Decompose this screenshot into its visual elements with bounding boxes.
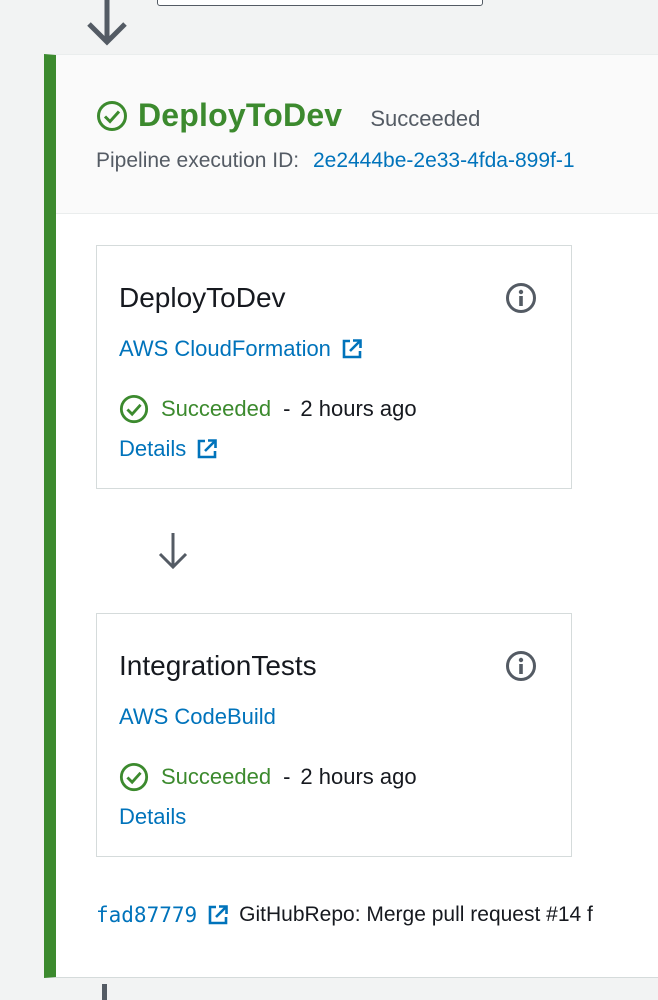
previous-stage-box xyxy=(157,0,483,6)
action-time: 2 hours ago xyxy=(300,764,417,789)
stage-title-row: DeployToDev Succeeded xyxy=(96,97,480,134)
action-name: IntegrationTests xyxy=(119,650,317,681)
stage-status: Succeeded xyxy=(370,105,481,131)
check-circle-icon xyxy=(119,394,149,424)
next-stage-connector xyxy=(102,984,107,1000)
stage-header: DeployToDev Succeeded Pipeline execution… xyxy=(56,55,658,214)
down-arrow-icon xyxy=(87,0,127,46)
info-icon[interactable] xyxy=(505,650,537,682)
provider-row: AWS CodeBuild xyxy=(119,704,276,730)
provider-link[interactable]: AWS CloudFormation xyxy=(119,336,331,362)
stage-title: DeployToDev xyxy=(138,97,343,133)
provider-link[interactable]: AWS CodeBuild xyxy=(119,704,276,730)
status-separator: - xyxy=(283,764,291,789)
check-circle-icon xyxy=(119,762,149,792)
commit-id-link[interactable]: fad87779 xyxy=(96,903,197,927)
commit-message: GitHubRepo: Merge pull request #14 f xyxy=(239,903,593,926)
execution-id-label: Pipeline execution ID: xyxy=(96,149,300,172)
details-link[interactable]: Details xyxy=(119,804,186,830)
details-row: Details xyxy=(119,436,218,462)
details-link[interactable]: Details xyxy=(119,436,186,462)
action-status-row: Succeeded - 2 hours ago xyxy=(119,394,417,424)
check-circle-icon xyxy=(97,100,127,131)
action-card-integrationtests: IntegrationTests AWS CodeBuild Succeeded… xyxy=(96,613,572,857)
provider-row: AWS CloudFormation xyxy=(119,336,363,362)
action-time: 2 hours ago xyxy=(300,396,417,421)
details-row: Details xyxy=(119,804,186,830)
external-link-icon[interactable] xyxy=(341,338,363,360)
action-card-deploytodev: DeployToDev AWS CloudFormation Succeeded… xyxy=(96,245,572,489)
external-link-icon[interactable] xyxy=(207,904,229,926)
info-icon[interactable] xyxy=(505,282,537,314)
action-status: Succeeded xyxy=(161,764,272,789)
external-link-icon[interactable] xyxy=(196,438,218,460)
action-status-row: Succeeded - 2 hours ago xyxy=(119,762,417,792)
action-status: Succeeded xyxy=(161,396,272,421)
execution-id-link[interactable]: 2e2444be-2e33-4fda-899f-1 xyxy=(313,149,575,172)
action-name: DeployToDev xyxy=(119,282,286,313)
execution-id-row: Pipeline execution ID: 2e2444be-2e33-4fd… xyxy=(96,149,575,173)
source-commit-row: fad87779 GitHubRepo: Merge pull request … xyxy=(96,903,593,927)
stage-panel: DeployToDev Succeeded Pipeline execution… xyxy=(44,54,658,978)
down-arrow-icon xyxy=(158,533,188,570)
status-separator: - xyxy=(283,396,291,421)
pipeline-view: DeployToDev Succeeded Pipeline execution… xyxy=(0,0,658,1000)
